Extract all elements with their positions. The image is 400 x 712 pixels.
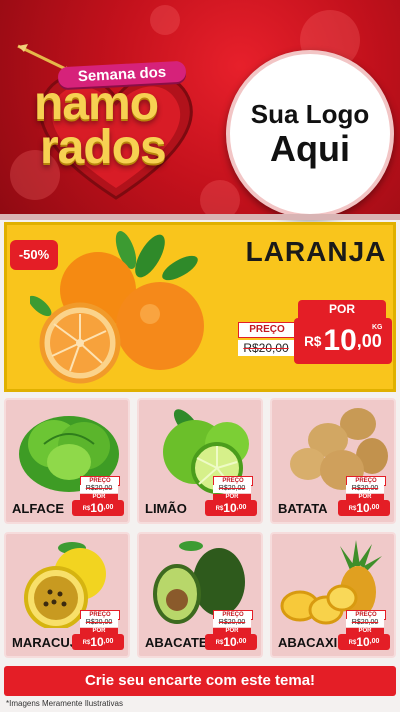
currency-symbol: R$ [304,334,322,350]
price-decimal: ,00 [356,331,382,351]
orange-image [30,231,204,384]
old-price: R$20,00 [80,619,118,627]
product-name: ABACAXI [278,635,338,650]
price-integer: 10 [223,501,237,515]
product-name: LIMÃO [145,501,187,516]
product-card-abacaxi[interactable]: ABACAXI PREÇO R$20,00 POR R$10,00 [270,532,396,658]
old-price: R$20,00 [213,485,251,493]
price-integer: 10 [90,501,104,515]
price-decimal: ,00 [103,638,114,645]
product-card-batata[interactable]: BATATA PREÇO R$20,00 POR R$10,00 [270,398,396,524]
product-card-alface[interactable]: ALFACE PREÇO R$20,00 POR R$10,00 [4,398,130,524]
old-price: R$20,00 [238,340,294,356]
disclaimer-text: *Imagens Meramente Ilustrativas [6,699,123,708]
logo-placeholder: Sua Logo Aqui [226,50,394,218]
price-unit: KG [372,324,383,331]
new-price: R$10,00 [72,500,124,516]
old-price: R$20,00 [346,485,384,493]
price-decimal: ,00 [103,504,114,511]
product-card-abacate[interactable]: ABACATE PREÇO R$20,00 POR R$10,00 [137,532,263,658]
new-price: R$10,00 [205,500,257,516]
new-price: R$10,00 [338,634,390,650]
price-integer: 10 [223,635,237,649]
price-tag: PREÇO R$20,00 POR R$10,00 [338,610,390,650]
price-tag: PREÇO R$20,00 POR R$10,00 [205,610,257,650]
price-integer: 10 [356,501,370,515]
product-card-limao[interactable]: LIMÃO PREÇO R$20,00 POR R$10,00 [137,398,263,524]
price-por-label: POR [298,300,386,318]
product-name: BATATA [278,501,328,516]
price-decimal: ,00 [236,638,247,645]
price-decimal: ,00 [369,638,380,645]
price-integer: 10 [90,635,104,649]
price-tag: PREÇO R$20,00 POR R$10,00 [72,610,124,650]
price-decimal: ,00 [369,504,380,511]
logo-text-line1: Sua Logo [250,99,370,129]
old-price: R$20,00 [213,619,251,627]
discount-badge: -50% [10,240,58,270]
featured-price-tag: POR PREÇO R$20,00 R$10,00 KG [236,300,392,372]
cta-banner[interactable]: Crie seu encarte com este tema! [4,666,396,696]
price-preco-label: PREÇO [238,322,296,338]
brand-title-line2: rados [40,121,167,174]
price-decimal: ,00 [236,504,247,511]
product-card-maracuja[interactable]: MARACUJÁ PREÇO R$20,00 POR R$10,00 [4,532,130,658]
old-price: R$20,00 [346,619,384,627]
product-name: ALFACE [12,501,64,516]
header-divider [0,214,400,220]
price-tag: PREÇO R$20,00 POR R$10,00 [205,476,257,516]
price-integer: 10 [323,324,357,357]
price-tag: PREÇO R$20,00 POR R$10,00 [72,476,124,516]
new-price: R$10,00 [338,500,390,516]
old-price: R$20,00 [80,485,118,493]
price-tag: PREÇO R$20,00 POR R$10,00 [338,476,390,516]
logo-text-line2: Aqui [270,128,350,169]
product-name: ABACATE [145,635,208,650]
new-price: R$10,00 [72,634,124,650]
price-integer: 10 [356,635,370,649]
featured-product-name: LARANJA [245,236,387,267]
new-price: R$10,00 [205,634,257,650]
